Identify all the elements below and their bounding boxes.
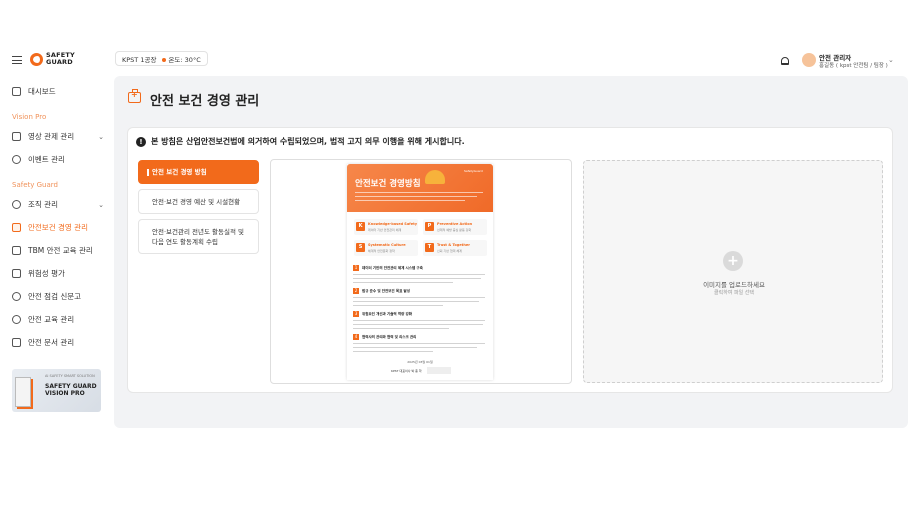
site-name: KPST 1공장 [122, 55, 157, 64]
sidebar-item-label: 대시보드 [28, 87, 56, 96]
policy-section: 3 위험요인 개선과 기술적 역량 강화 [353, 311, 412, 317]
sidebar-item-label: 영상 관제 관리 [28, 132, 75, 141]
plus-icon: + [723, 251, 743, 271]
sidebar-item-risk-assessment[interactable]: 위험성 평가 [12, 268, 104, 279]
sidebar-item-label: TBM 안전 교육 관리 [28, 246, 93, 255]
tab-budget-facilities[interactable]: 안전·보건 경영 예산 및 시설현황 [138, 189, 259, 214]
pillar-card: P Preventive Action 선제적 예방 중심 활동 강화 [423, 219, 487, 235]
user-organization: 홍길동 ( kpst 안전팀 / 팀장 ) [819, 63, 888, 69]
product-box-image [15, 377, 31, 407]
organization-icon [12, 200, 21, 209]
promo-banner[interactable]: AI SAFETY SMART SOLUTION SAFETY GUARD VI… [12, 369, 101, 412]
sidebar-item-safety-education[interactable]: 안전 교육 관리 [12, 314, 104, 325]
chevron-down-icon: ⌄ [98, 200, 104, 209]
promo-title-line-2: VISION PRO [45, 390, 85, 397]
tab-label-line-2: 다음 연도 활동계획 수립 [152, 237, 218, 246]
promo-title-line-1: SAFETY GUARD [45, 383, 97, 390]
first-aid-kit-icon [12, 223, 21, 232]
upload-title: 이미지를 업로드하세요 [703, 281, 765, 289]
pillar-card: T Trust & Together 신뢰 기반 협력 체계 [423, 240, 487, 256]
site-status-chip: KPST 1공장 온도: 30°C [115, 51, 208, 66]
sidebar-item-label: 안전보건 경영 관리 [28, 223, 88, 232]
sidebar-item-safety-inspection[interactable]: 안전 점검 신문고 [12, 291, 104, 302]
tab-label-line-1: 안전·보건관리 전년도 활동실적 및 [152, 227, 244, 236]
section-label-vision: Vision Pro [12, 113, 47, 121]
notice-text: 본 방침은 산업안전보건법에 의거하여 수립되었으며, 법적 고지 의무 이행을… [151, 137, 465, 146]
signature-stamp [427, 367, 451, 374]
dashboard-icon [12, 87, 21, 96]
chevron-down-icon[interactable]: ⌄ [888, 56, 894, 64]
tab-label: 안전 보건 경영 방침 [152, 168, 207, 176]
sidebar-item-dashboard[interactable]: 대시보드 [12, 86, 104, 97]
document-icon [12, 338, 21, 347]
temperature-readout: 온도: 30°C [168, 55, 201, 64]
sidebar: SAFETY GUARD 대시보드 Vision Pro 영상 관제 관리 ⌄ … [0, 0, 112, 510]
document-signature: KPST 대표이사 박 종 학 [391, 369, 422, 373]
tab-label: 안전·보건 경영 예산 및 시설현황 [152, 197, 241, 206]
image-upload-dropzone[interactable]: + 이미지를 업로드하세요 클릭하여 파일 선택 [583, 160, 883, 383]
meeting-icon [12, 246, 21, 255]
logo-mark-icon [30, 52, 43, 66]
logo-line-2: GUARD [46, 58, 73, 66]
upload-subtitle: 클릭하여 파일 선택 [714, 290, 754, 296]
sidebar-item-video-monitoring[interactable]: 영상 관제 관리 ⌄ [12, 131, 104, 142]
avatar[interactable] [802, 53, 816, 67]
logo[interactable]: SAFETY GUARD [30, 52, 75, 66]
chevron-down-icon: ⌄ [98, 132, 104, 141]
pillar-card: S Systematic Culture 체계적 안전문화 정착 [354, 240, 418, 256]
sidebar-item-label: 조직 관리 [28, 200, 58, 209]
helmet-icon [425, 170, 445, 184]
document-header: 안전보건 경영방침 SafetyGuard [347, 164, 493, 212]
menu-icon[interactable] [12, 56, 22, 64]
exclamation-icon: ! [136, 136, 146, 147]
policy-document: 안전보건 경영방침 SafetyGuard K Knowledge-based … [347, 164, 493, 380]
notification-bell-icon[interactable] [781, 57, 789, 65]
section-label-safety: Safety Guard [12, 181, 58, 189]
tab-safety-health-policy[interactable]: 안전 보건 경영 방침 [138, 160, 259, 184]
topbar: KPST 1공장 온도: 30°C 안전 관리자 홍길동 ( kpst 안전팀 … [112, 44, 908, 74]
policy-section: 4 협력사의 관리와 협력 및 리스크 관리 [353, 334, 417, 340]
monitor-icon [12, 132, 21, 141]
shield-icon [12, 292, 21, 301]
document-date: 2025년 03월 01일 [407, 360, 433, 364]
sidebar-item-tbm-training[interactable]: TBM 안전 교육 관리 [12, 245, 104, 256]
shield-check-icon [12, 315, 21, 324]
sidebar-item-label: 안전 교육 관리 [28, 315, 75, 324]
policy-section: 2 법규 준수 및 안전보건 목표 달성 [353, 288, 410, 294]
page-title: 안전 보건 경영 관리 [150, 94, 260, 109]
first-aid-kit-icon [128, 89, 141, 103]
sidebar-item-label: 안전 점검 신문고 [28, 292, 82, 301]
notice-banner: ! 본 방침은 산업안전보건법에 의거하여 수립되었으며, 법적 고지 의무 이… [136, 136, 465, 147]
pillar-card: K Knowledge-based Safety 데이터 기반 안전관리 체계 [354, 219, 418, 235]
event-icon [12, 155, 21, 164]
document-brand: SafetyGuard [464, 169, 483, 173]
sidebar-item-label: 위험성 평가 [28, 269, 65, 278]
warning-icon [12, 269, 21, 278]
tab-activity-plan[interactable]: 안전·보건관리 전년도 활동실적 및 다음 연도 활동계획 수립 [138, 219, 259, 254]
status-dot-icon [162, 57, 167, 62]
sidebar-item-safety-health-management[interactable]: 안전보건 경영 관리 [12, 222, 104, 233]
app-root: SAFETY GUARD 대시보드 Vision Pro 영상 관제 관리 ⌄ … [0, 0, 908, 510]
sidebar-item-organization[interactable]: 조직 관리 ⌄ [12, 199, 104, 210]
policy-section: 1 데이터 기반의 안전관리 체계 시스템 구축 [353, 265, 423, 271]
sidebar-item-events[interactable]: 이벤트 관리 [12, 154, 104, 165]
sidebar-item-safety-documents[interactable]: 안전 문서 관리 [12, 337, 104, 348]
document-title: 안전보건 경영방침 [355, 179, 421, 189]
sidebar-item-label: 이벤트 관리 [28, 155, 65, 164]
promo-subtitle: AI SAFETY SMART SOLUTION [45, 374, 95, 378]
sidebar-item-label: 안전 문서 관리 [28, 338, 75, 347]
